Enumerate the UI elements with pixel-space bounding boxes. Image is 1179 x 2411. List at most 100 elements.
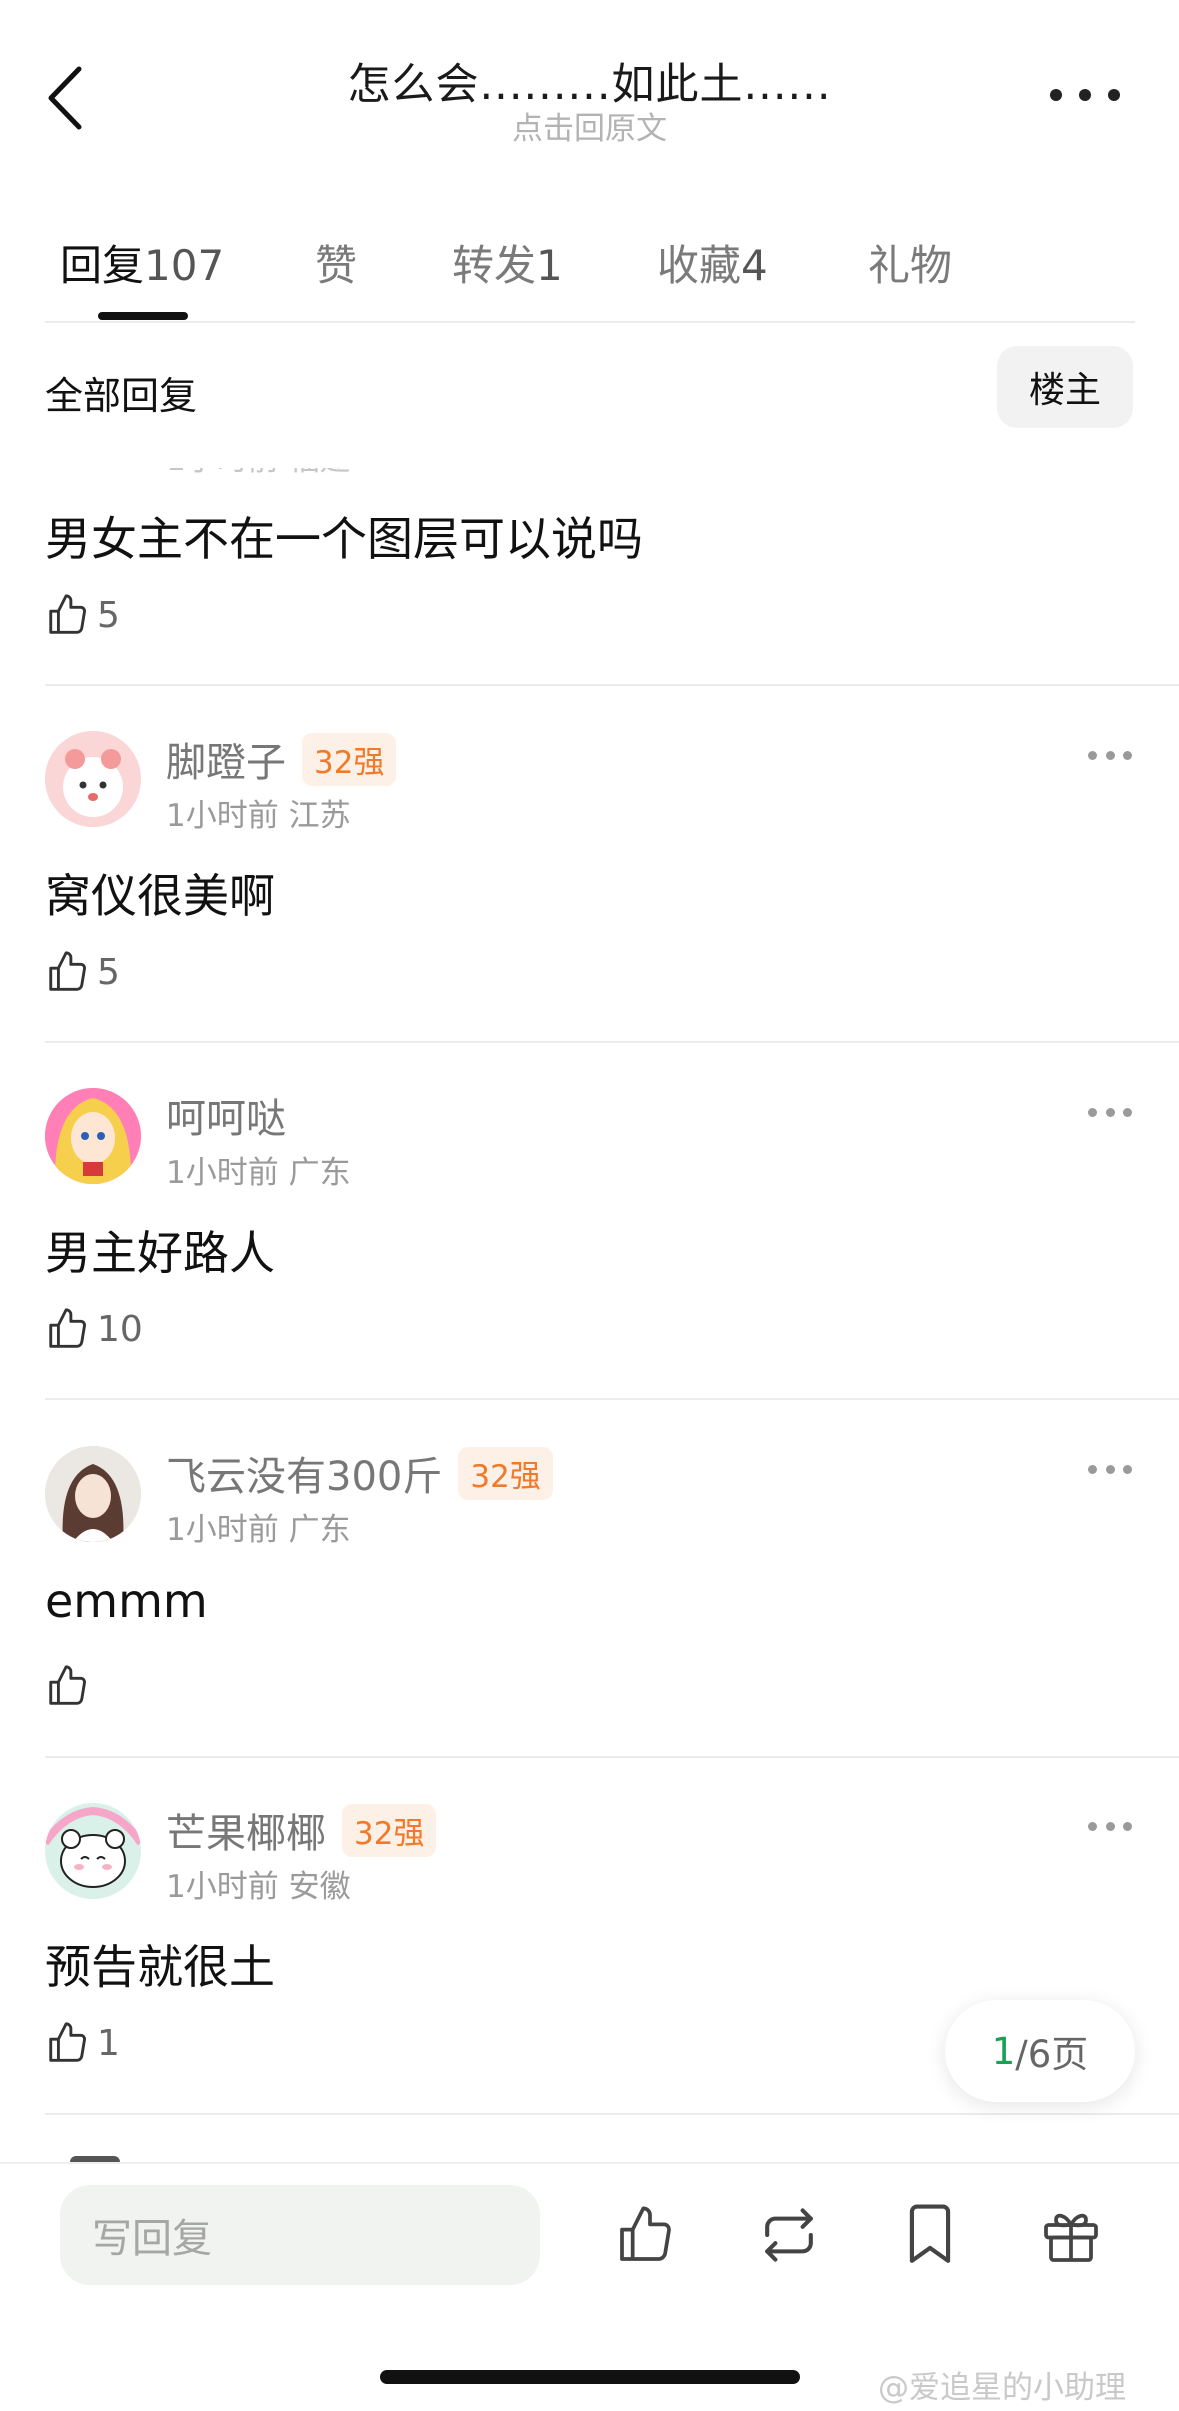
comment-text: 男主好路人 xyxy=(45,1226,275,1280)
repost-button[interactable] xyxy=(754,2200,824,2270)
avatar[interactable] xyxy=(45,1803,141,1899)
all-replies-label[interactable]: 全部回复 xyxy=(45,365,197,420)
more-dot xyxy=(1105,750,1115,760)
tab-favorites[interactable]: 收藏4 xyxy=(657,232,768,293)
comment-meta: 1小时前 广东 xyxy=(166,1155,351,1191)
comment-text: 男女主不在一个图层可以说吗 xyxy=(45,512,643,566)
username-text: 芒果椰椰 xyxy=(166,1811,326,1857)
divider xyxy=(45,2113,1179,2115)
more-dot xyxy=(1123,1464,1132,1474)
scroll-mask xyxy=(0,430,1179,468)
thumbs-up-icon xyxy=(49,1665,86,1705)
home-indicator xyxy=(380,2370,800,2384)
current-page: 1 xyxy=(991,2029,1016,2073)
thumbs-up-icon xyxy=(620,2206,671,2261)
gift-icon xyxy=(1044,2213,1098,2262)
tab-likes[interactable]: 赞 xyxy=(315,232,357,293)
back-to-original-link[interactable]: 点击回原文 xyxy=(0,103,1179,148)
avatar-image xyxy=(45,1803,141,1899)
more-dot xyxy=(1088,1464,1097,1474)
tab-count: 107 xyxy=(144,241,225,290)
like-button[interactable] xyxy=(45,1661,97,1711)
username-text: 脚蹬子 xyxy=(166,740,286,786)
comment-more-button[interactable] xyxy=(1088,1819,1132,1833)
username[interactable]: 飞云没有300斤 32强 xyxy=(166,1444,553,1502)
comment-more-button[interactable] xyxy=(1088,748,1132,762)
comment-text: 窝仪很美啊 xyxy=(45,869,275,923)
comment-text: 预告就很土 xyxy=(45,1940,275,1994)
more-dot xyxy=(1108,89,1120,101)
rank-badge: 32强 xyxy=(458,1446,553,1500)
tab-label: 赞 xyxy=(315,241,358,290)
page-indicator[interactable]: 1/6页 xyxy=(945,2000,1135,2102)
divider xyxy=(45,1756,1179,1758)
tab-label: 转发 xyxy=(452,241,537,290)
gift-button[interactable] xyxy=(1036,2200,1106,2270)
thumbs-up-icon xyxy=(49,2022,86,2062)
divider xyxy=(0,2162,1179,2164)
tab-label: 收藏 xyxy=(657,241,742,290)
like-count: 1 xyxy=(97,2022,120,2064)
username[interactable]: 脚蹬子 32强 xyxy=(166,730,397,788)
comment-text: emmm xyxy=(45,1574,208,1628)
more-dot xyxy=(1123,1821,1132,1831)
username[interactable]: 芒果椰椰 32强 xyxy=(166,1801,437,1859)
avatar[interactable] xyxy=(45,1088,141,1184)
avatar[interactable] xyxy=(45,731,141,827)
op-filter-button[interactable]: 楼主 xyxy=(997,346,1133,428)
repost-icon xyxy=(765,2208,813,2262)
divider xyxy=(45,1398,1179,1400)
avatar[interactable] xyxy=(45,1446,141,1542)
reply-input[interactable]: 写回复 xyxy=(60,2185,540,2285)
more-dot xyxy=(1088,1821,1097,1831)
like-button[interactable]: 5 xyxy=(45,947,120,997)
username-text: 飞云没有300斤 xyxy=(166,1454,443,1500)
total-pages: /6页 xyxy=(1015,2033,1089,2076)
thumbs-up-icon xyxy=(49,951,86,991)
more-dot xyxy=(1123,750,1132,760)
more-options-button[interactable] xyxy=(1050,75,1120,115)
active-tab-indicator xyxy=(98,312,188,320)
more-dot xyxy=(1105,1464,1115,1474)
more-dot xyxy=(1050,89,1062,101)
username[interactable]: 呵呵哒 xyxy=(166,1086,286,1144)
rank-badge: 32强 xyxy=(342,1803,437,1857)
like-post-button[interactable] xyxy=(611,2200,681,2270)
like-button[interactable]: 5 xyxy=(45,590,120,640)
like-button[interactable]: 1 xyxy=(45,2018,120,2068)
more-dot xyxy=(1088,750,1097,760)
rank-badge: 32强 xyxy=(302,732,397,786)
comment-meta: 1小时前 广东 xyxy=(166,1512,351,1548)
more-dot xyxy=(1105,1107,1115,1117)
tab-replies[interactable]: 回复107 xyxy=(60,232,224,293)
like-count: 10 xyxy=(97,1308,143,1350)
comment-more-button[interactable] xyxy=(1088,1462,1132,1476)
thumbs-up-icon xyxy=(49,594,86,634)
like-count: 5 xyxy=(97,594,120,636)
like-button[interactable]: 10 xyxy=(45,1304,143,1354)
divider xyxy=(45,1041,1179,1043)
more-dot xyxy=(1079,89,1091,101)
avatar-image xyxy=(45,731,141,827)
comment-meta: 1小时前 安徽 xyxy=(166,1869,351,1905)
more-dot xyxy=(1105,1821,1115,1831)
avatar-image xyxy=(45,1446,141,1542)
tab-count: 4 xyxy=(741,241,768,290)
tab-reposts[interactable]: 转发1 xyxy=(452,232,563,293)
more-dot xyxy=(1088,1107,1097,1117)
tab-label: 回复 xyxy=(60,241,145,290)
tab-label: 礼物 xyxy=(868,241,953,290)
watermark: @爱追星的小助理 xyxy=(878,2370,1126,2406)
like-count: 5 xyxy=(97,951,120,993)
tab-count: 1 xyxy=(536,241,563,290)
tab-gifts[interactable]: 礼物 xyxy=(868,232,952,293)
avatar-image xyxy=(45,1088,141,1184)
bookmark-icon xyxy=(909,2204,951,2263)
comment-more-button[interactable] xyxy=(1088,1105,1132,1119)
bookmark-button[interactable] xyxy=(895,2200,965,2270)
more-dot xyxy=(1123,1107,1132,1117)
thumbs-up-icon xyxy=(49,1308,86,1348)
username-text: 呵呵哒 xyxy=(166,1096,286,1142)
comment-meta: 1小时前 江苏 xyxy=(166,798,351,834)
divider xyxy=(45,684,1179,686)
